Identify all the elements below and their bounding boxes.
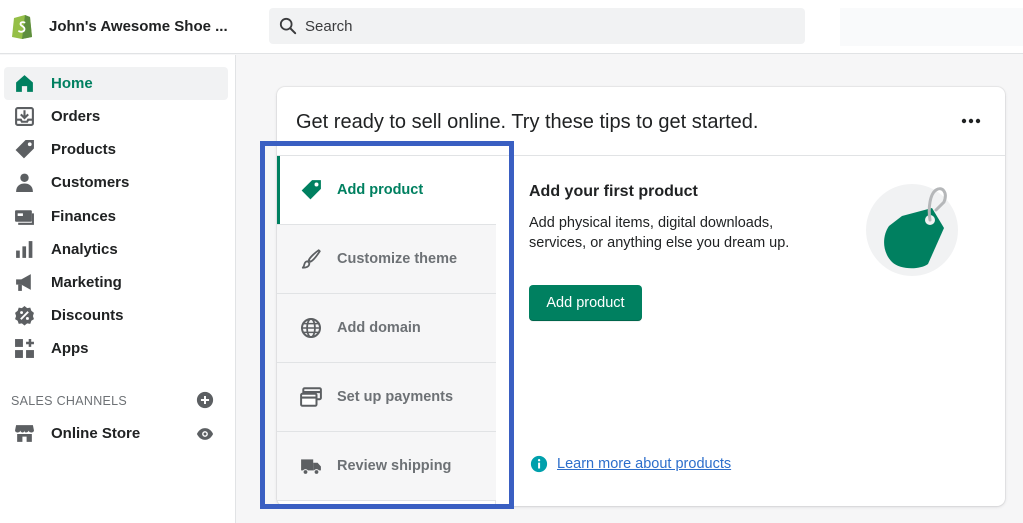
sidebar-item-label: Orders <box>51 108 101 125</box>
learn-more-link[interactable]: Learn more about products <box>557 456 731 472</box>
orders-icon <box>15 107 34 126</box>
sidebar-item-analytics[interactable]: Analytics <box>4 233 228 266</box>
tip-label: Add product <box>337 182 424 198</box>
sidebar-item-label: Online Store <box>51 425 141 442</box>
brush-icon <box>301 249 321 269</box>
tip-add-product[interactable]: Add product <box>277 156 496 225</box>
sidebar-item-label: Analytics <box>51 241 118 258</box>
sidebar-item-label: Marketing <box>51 274 122 291</box>
tip-label: Set up payments <box>337 389 454 405</box>
card-icon <box>300 387 322 407</box>
account-area[interactable] <box>840 8 1023 46</box>
detail-description: Add physical items, digital downloads, s… <box>529 215 790 251</box>
tip-set-up-payments[interactable]: Set up payments <box>277 363 496 432</box>
bar-chart-icon <box>16 241 33 258</box>
tag-icon <box>15 140 34 159</box>
sidebar-item-label: Customers <box>51 174 130 191</box>
globe-icon <box>300 317 322 339</box>
sidebar-item-finances[interactable]: Finances <box>4 200 228 233</box>
sidebar-item-label: Products <box>51 141 117 158</box>
tip-label: Review shipping <box>337 458 452 474</box>
sidebar-item-label: Finances <box>51 208 117 225</box>
sidebar-item-orders[interactable]: Orders <box>4 100 228 133</box>
megaphone-icon <box>16 274 31 291</box>
person-icon <box>16 173 33 192</box>
apps-icon <box>15 339 34 358</box>
shopify-logo-icon[interactable] <box>10 12 34 40</box>
sidebar-item-label: Discounts <box>51 307 124 324</box>
search-bar[interactable] <box>269 8 805 44</box>
add-product-button[interactable]: Add product <box>529 285 642 321</box>
store-name[interactable]: John's Awesome Shoe ... <box>49 18 228 35</box>
home-icon <box>16 75 33 92</box>
tip-customize-theme[interactable]: Customize theme <box>277 225 496 294</box>
sidebar-item-marketing[interactable]: Marketing <box>4 266 228 299</box>
tag-icon <box>301 180 321 200</box>
product-tag-illustration-icon <box>866 184 958 276</box>
sidebar-item-online-store[interactable]: Online Store <box>4 417 228 450</box>
more-options-icon[interactable] <box>957 111 985 131</box>
add-circle-icon[interactable] <box>196 391 214 409</box>
sales-channels-heading: SALES CHANNELS <box>11 394 128 408</box>
eye-icon[interactable] <box>196 425 214 443</box>
sidebar-item-products[interactable]: Products <box>4 133 228 166</box>
sidebar-item-home[interactable]: Home <box>4 67 228 100</box>
tips-list: Add product Customize theme Add domain S… <box>277 156 496 506</box>
card-title: Get ready to sell online. Try these tips… <box>296 111 759 133</box>
search-icon <box>279 17 297 35</box>
sidebar-item-label: Apps <box>51 340 89 357</box>
discount-icon <box>15 306 34 326</box>
tip-label: Customize theme <box>337 251 458 267</box>
tip-review-shipping[interactable]: Review shipping <box>277 432 496 501</box>
finances-icon <box>15 210 34 225</box>
sidebar-item-label: Home <box>51 75 93 92</box>
tip-label: Add domain <box>337 320 421 336</box>
tip-add-domain[interactable]: Add domain <box>277 294 496 363</box>
detail-title: Add your first product <box>529 183 698 200</box>
store-icon <box>15 425 34 442</box>
truck-icon <box>301 459 321 476</box>
sidebar: Home Orders Products Customers Finances <box>0 55 236 523</box>
sidebar-item-apps[interactable]: Apps <box>4 332 228 365</box>
sidebar-item-discounts[interactable]: Discounts <box>4 299 228 332</box>
info-icon <box>530 455 548 473</box>
sidebar-item-customers[interactable]: Customers <box>4 166 228 199</box>
top-bar: John's Awesome Shoe ... <box>0 0 1023 54</box>
search-input[interactable] <box>305 8 785 44</box>
